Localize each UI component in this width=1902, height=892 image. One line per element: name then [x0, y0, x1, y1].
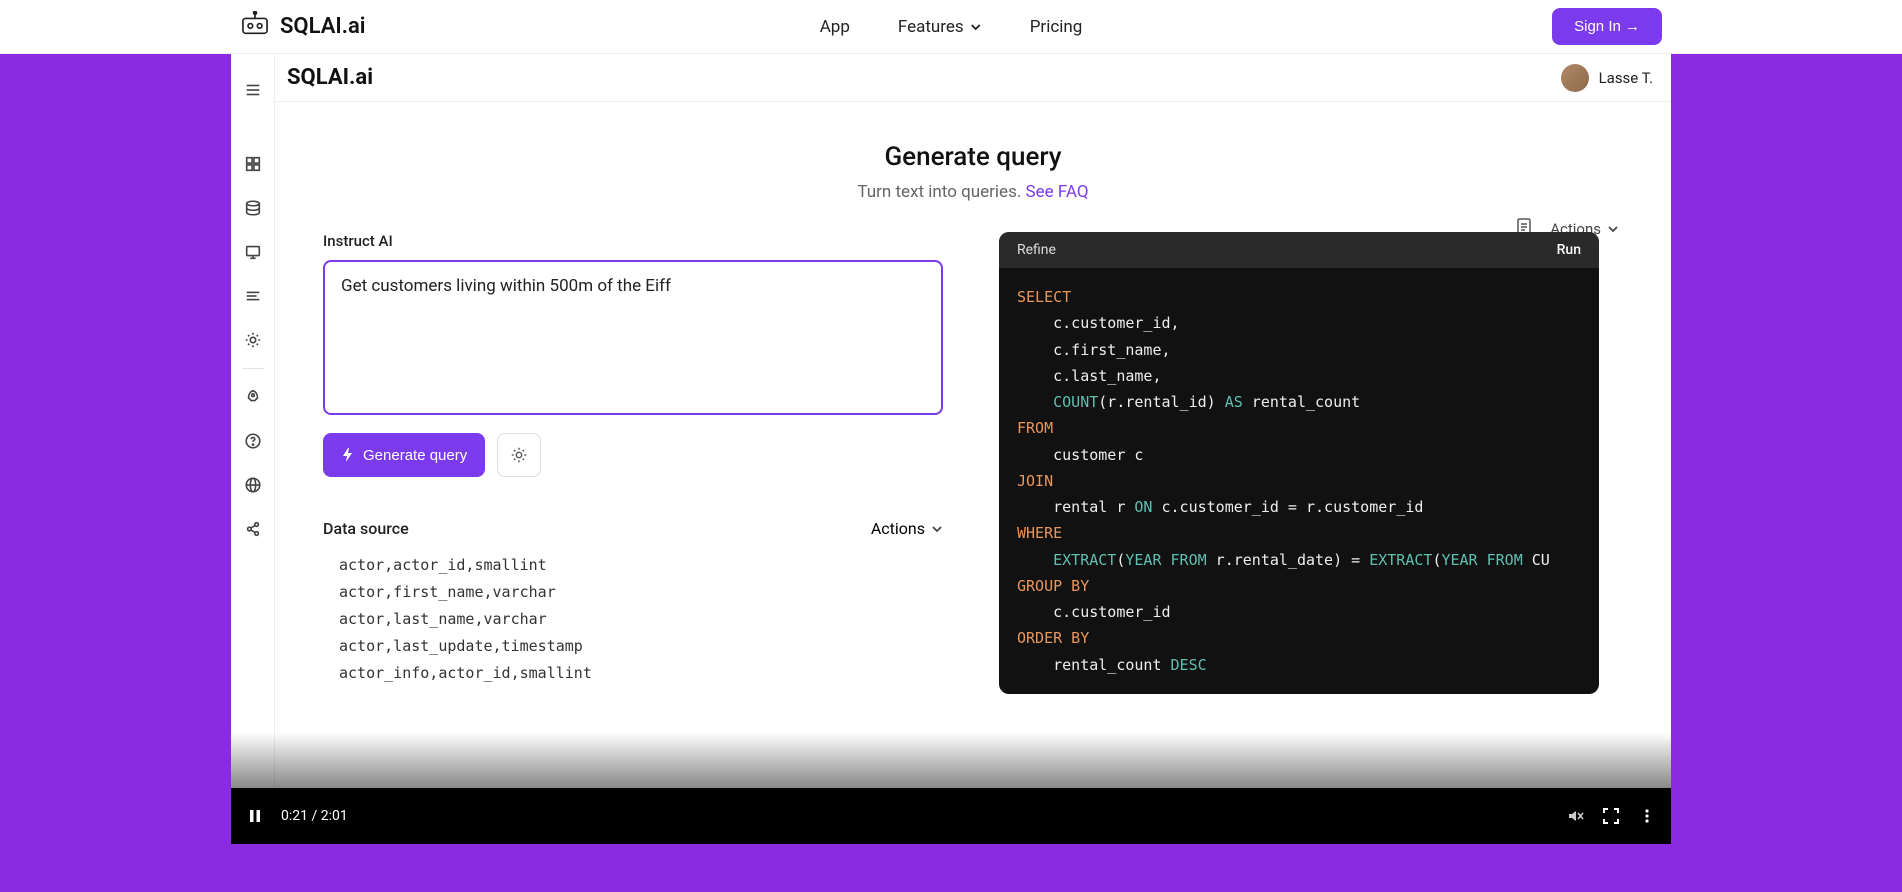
sidebar — [231, 54, 275, 844]
brand[interactable]: SQLAI.ai — [240, 11, 366, 43]
gear-icon — [510, 446, 528, 464]
ds-row: actor,last_name,varchar — [339, 606, 943, 633]
nav-pricing[interactable]: Pricing — [1030, 17, 1083, 37]
stage: SQLAI.ai Lasse T. Generate query Turn te… — [0, 54, 1902, 892]
app: SQLAI.ai Lasse T. Generate query Turn te… — [231, 54, 1671, 844]
right-col: Refine Run SELECT c.customer_id, c.first… — [999, 232, 1599, 694]
sql-body: SELECT c.customer_id, c.first_name, c.la… — [999, 268, 1599, 694]
video-frame: SQLAI.ai Lasse T. Generate query Turn te… — [231, 54, 1671, 844]
chevron-down-icon — [931, 523, 943, 535]
topbar: SQLAI.ai Lasse T. — [275, 54, 1671, 102]
data-source-label: Data source — [323, 519, 409, 538]
video-time: 0:21 / 2:01 — [281, 808, 348, 824]
ds-row: actor,actor_id,smallint — [339, 552, 943, 579]
database-icon[interactable] — [231, 186, 275, 230]
sql-panel: Refine Run SELECT c.customer_id, c.first… — [999, 232, 1599, 694]
prompt-input[interactable] — [323, 260, 943, 415]
pause-icon[interactable] — [245, 806, 265, 826]
outer-nav-links: App Features Pricing — [820, 17, 1083, 37]
run-button[interactable]: Run — [1557, 242, 1581, 258]
fullscreen-icon[interactable] — [1601, 806, 1621, 826]
instruct-label: Instruct AI — [323, 232, 393, 250]
menu-icon[interactable] — [231, 68, 275, 112]
data-source-list: actor,actor_id,smallint actor,first_name… — [323, 552, 943, 687]
chevron-down-icon — [970, 21, 982, 33]
sql-head: Refine Run — [999, 232, 1599, 268]
data-source-actions[interactable]: Actions — [871, 519, 943, 538]
refine-button[interactable]: Refine — [1017, 242, 1056, 258]
mute-icon[interactable] — [1565, 806, 1585, 826]
presentation-icon[interactable] — [231, 230, 275, 274]
hero-subtitle: Turn text into queries. See FAQ — [323, 182, 1623, 202]
faq-link[interactable]: See FAQ — [1026, 182, 1089, 202]
sidebar-divider — [242, 368, 264, 369]
left-col: Instruct AI Actions — [323, 232, 943, 687]
outer-nav: SQLAI.ai App Features Pricing Sign In → — [0, 0, 1902, 54]
hero-title: Generate query — [323, 142, 1623, 172]
generate-settings-button[interactable] — [497, 433, 541, 477]
robot-icon — [240, 11, 270, 43]
bolt-icon — [341, 448, 355, 462]
ds-row: actor,last_update,timestamp — [339, 633, 943, 660]
generate-button[interactable]: Generate query — [323, 433, 485, 477]
share-icon[interactable] — [231, 507, 275, 551]
rocket-icon[interactable] — [231, 375, 275, 419]
instruct-header: Instruct AI Actions — [323, 232, 943, 250]
brand-text: SQLAI.ai — [280, 14, 366, 39]
nav-app[interactable]: App — [820, 17, 850, 37]
ds-row: actor_info,actor_id,smallint — [339, 660, 943, 687]
app-title: SQLAI.ai — [287, 65, 373, 90]
user-menu[interactable]: Lasse T. — [1561, 64, 1653, 92]
sign-in-button[interactable]: Sign In → — [1552, 8, 1662, 45]
content: Generate query Turn text into queries. S… — [275, 102, 1671, 844]
settings-icon[interactable] — [231, 318, 275, 362]
generate-row: Generate query — [323, 433, 943, 477]
two-col: Instruct AI Actions — [323, 232, 1623, 694]
nav-features[interactable]: Features — [898, 17, 982, 37]
user-name: Lasse T. — [1599, 69, 1653, 87]
globe-icon[interactable] — [231, 463, 275, 507]
dashboard-icon[interactable] — [231, 142, 275, 186]
chevron-down-icon — [1607, 223, 1619, 235]
video-controls: 0:21 / 2:01 — [231, 788, 1671, 844]
list-icon[interactable] — [231, 274, 275, 318]
avatar — [1561, 64, 1589, 92]
help-icon[interactable] — [231, 419, 275, 463]
data-source-header: Data source Actions — [323, 519, 943, 538]
ds-row: actor,first_name,varchar — [339, 579, 943, 606]
main: SQLAI.ai Lasse T. Generate query Turn te… — [275, 54, 1671, 844]
more-icon[interactable] — [1637, 806, 1657, 826]
hero: Generate query Turn text into queries. S… — [323, 142, 1623, 202]
